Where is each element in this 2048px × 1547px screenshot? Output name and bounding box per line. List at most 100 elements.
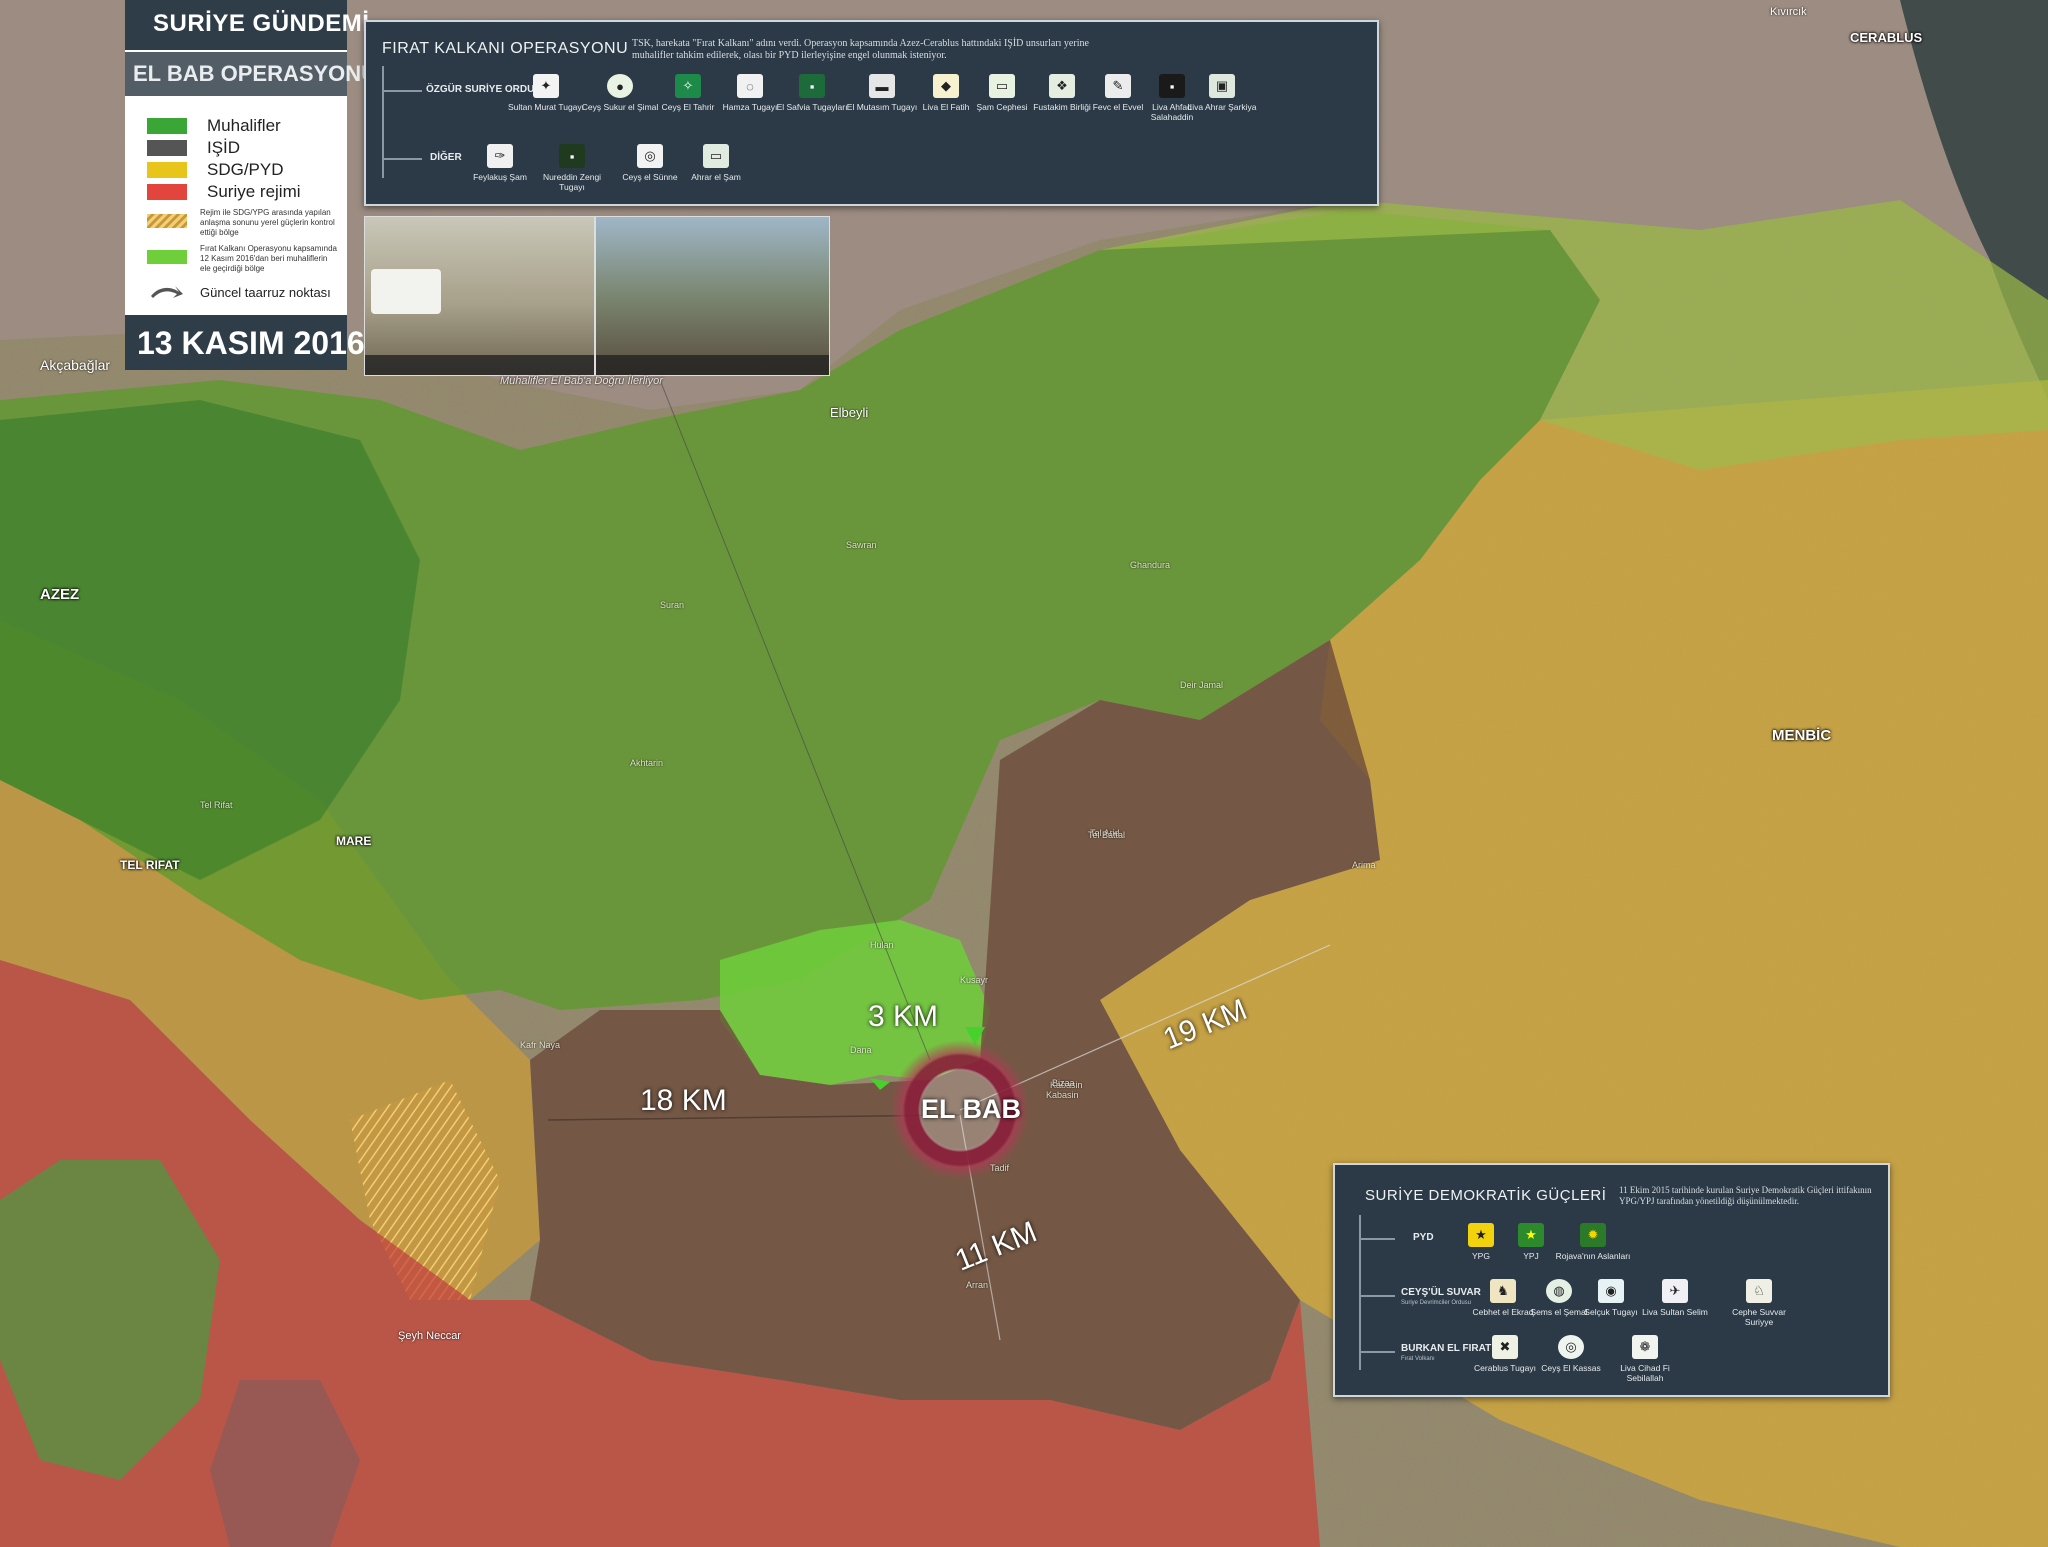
legend-note-new: Fırat Kalkanı Operasyonu kapsamında 12 K…: [200, 244, 337, 273]
town-label: Sawran: [846, 540, 877, 550]
group-logo: ◉: [1598, 1279, 1624, 1303]
panel-fk-tree-branch-2: [382, 158, 422, 160]
brand-title-bar: SURİYE GÜNDEMİ: [125, 0, 369, 50]
group-logo: ▣: [1209, 74, 1235, 98]
city-label-akcabaglar: Akçabağlar: [40, 357, 111, 373]
group-logo: ◎: [637, 144, 663, 168]
town-label: Kafr Naya: [520, 1040, 561, 1050]
brand-legend-column: SURİYE GÜNDEMİ EL BAB OPERASYONU Muhalif…: [125, 0, 377, 370]
legend-note-hatch: Rejim ile SDG/YPG arasında yapılan anlaş…: [200, 208, 335, 237]
group-logo: ♞: [1490, 1279, 1516, 1303]
truck-shape: [371, 269, 441, 314]
photo-1-caption-bar: [365, 355, 594, 375]
panel-sdg-branch-1: [1359, 1238, 1395, 1240]
panel-sdg-branch-3: [1359, 1351, 1395, 1353]
panel-firat-kalkani: FIRAT KALKANI OPERASYONU TSK, harekata "…: [364, 20, 1379, 206]
city-label-mare: MARE: [336, 834, 372, 848]
city-label-seyh-neccar: Şeyh Neccar: [398, 1330, 461, 1342]
panel-fk-title: FIRAT KALKANI OPERASYONU: [382, 40, 629, 57]
group-item: ✈ Liva Sultan Selim: [1635, 1279, 1715, 1317]
panel-sdg-group2-sub: Suriye Devrimciler Ordusu: [1401, 1300, 1472, 1306]
group-logo: ▭: [989, 74, 1015, 98]
town-label: Dana: [850, 1045, 872, 1055]
legend-swatch-regime: [147, 184, 187, 200]
legend-swatch-hatch: [147, 214, 187, 228]
legend-label-regime: Suriye rejimi: [207, 182, 301, 201]
group-item: ❁ Liva Cihad Fi Sebilallah: [1605, 1335, 1685, 1383]
group-logo: ◎: [1558, 1335, 1584, 1359]
city-label-azez: AZEZ: [40, 586, 80, 603]
group-item: ✦ Sultan Murat Tugayı: [506, 74, 586, 112]
group-logo: ✖: [1492, 1335, 1518, 1359]
town-label: Tel Battal: [1088, 830, 1126, 840]
distance-west: 18 KM: [640, 1084, 727, 1117]
town-label: Kusayr: [960, 975, 989, 985]
photo-2-caption-bar: [596, 355, 829, 375]
group-logo: ✈: [1662, 1279, 1688, 1303]
legend-swatch-sdg: [147, 162, 187, 178]
group-item: ♘ Cephe Suvvar Suriyye: [1719, 1279, 1799, 1327]
panel-sdg-group3-sub: Fırat Volkanı: [1401, 1356, 1435, 1362]
group-logo: ★: [1518, 1223, 1544, 1247]
group-logo: ✹: [1580, 1223, 1606, 1247]
group-logo: ▬: [869, 74, 895, 98]
group-logo: ✧: [675, 74, 701, 98]
legend-note-arrow: Güncel taarruz noktası: [200, 285, 331, 300]
legend-label-isid: IŞİD: [207, 138, 241, 157]
group-logo: ✎: [1105, 74, 1131, 98]
brand-subtitle-bar: EL BAB OPERASYONU: [125, 52, 377, 96]
group-item: ▭ Ahrar el Şam: [676, 144, 756, 182]
city-label-tel-rifat: TEL RIFAT: [120, 858, 180, 872]
panel-fk-group2: DİĞER: [430, 152, 462, 163]
group-item: ◎ Ceyş El Kassas: [1531, 1335, 1611, 1373]
brand-subtitle: EL BAB OPERASYONU: [133, 61, 378, 86]
brand-title: SURİYE GÜNDEMİ: [153, 10, 370, 37]
panel-fk-tree-branch-1: [382, 90, 422, 92]
town-label: Bizaa: [1052, 1078, 1075, 1088]
photo-caption: Muhalifler El Bab'a Doğru İlerliyor: [500, 375, 663, 387]
date-label: 13 KASIM 2016: [137, 325, 365, 361]
group-item: ✹ Rojava'nın Aslanları: [1553, 1223, 1633, 1261]
panel-sdg-branch-2: [1359, 1295, 1395, 1297]
group-logo: ▪: [799, 74, 825, 98]
group-logo: ♘: [1746, 1279, 1772, 1303]
city-label-elbeyli: Elbeyli: [830, 405, 869, 420]
legend-swatch-opposition: [147, 118, 187, 134]
group-logo: ▭: [703, 144, 729, 168]
town-label: Arran: [966, 1280, 989, 1290]
group-item: ▪ El Safvia Tugayları: [772, 74, 852, 112]
date-bar: 13 KASIM 2016: [125, 315, 365, 370]
legend-label-sdg: SDG/PYD: [207, 160, 284, 179]
group-logo: ✦: [533, 74, 559, 98]
group-logo: ❁: [1632, 1335, 1658, 1359]
city-label-el-bab: EL BAB: [921, 1094, 1022, 1124]
photo-1: [364, 216, 595, 376]
town-label: Suran: [660, 600, 685, 610]
attack-arrow-icon: [151, 286, 183, 298]
group-logo: ◌: [737, 74, 763, 98]
town-label: Deir Jamal: [1180, 680, 1224, 690]
panel-sdg-desc: 11 Ekim 2015 tarihinde kurulan Suriye De…: [1619, 1185, 1872, 1206]
legend-swatch-isid: [147, 140, 187, 156]
city-label-cerablus: CERABLUS: [1850, 30, 1923, 45]
town-label: Akhtarin: [630, 758, 664, 768]
group-item: ✑ Feylakuş Şam: [460, 144, 540, 182]
group-logo: ▪: [559, 144, 585, 168]
town-label: Ghandura: [1130, 560, 1171, 570]
panel-fk-tree: [382, 66, 384, 178]
group-logo: ◆: [933, 74, 959, 98]
legend-swatch-new: [147, 250, 187, 264]
group-logo: ✑: [487, 144, 513, 168]
group-item: ▣ Liva Ahrar Şarkiya: [1182, 74, 1262, 112]
photo-2: [595, 216, 830, 376]
panel-fk-desc: TSK, harekata "Fırat Kalkanı" adını verd…: [632, 38, 1089, 61]
town-label: Kabasin: [1046, 1090, 1079, 1100]
group-logo: ❖: [1049, 74, 1075, 98]
distance-north: 3 KM: [868, 1000, 939, 1033]
town-label: Tadif: [990, 1163, 1010, 1173]
town-label: Hulan: [870, 940, 894, 950]
town-label: Arima: [1352, 860, 1376, 870]
city-label-menbic: MENBİC: [1772, 727, 1832, 744]
panel-sdg-title: SURİYE DEMOKRATİK GÜÇLERİ: [1365, 1187, 1607, 1204]
panel-sdg: SURİYE DEMOKRATİK GÜÇLERİ 11 Ekim 2015 t…: [1333, 1163, 1890, 1397]
